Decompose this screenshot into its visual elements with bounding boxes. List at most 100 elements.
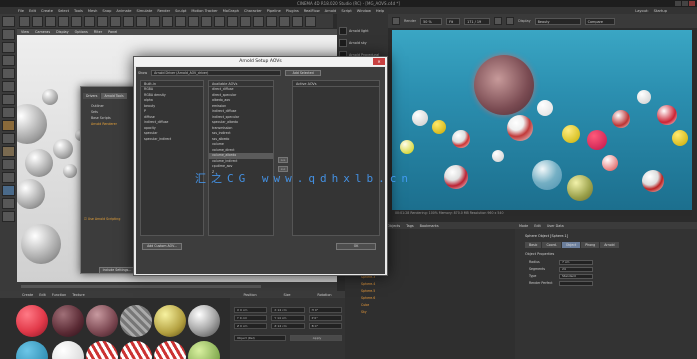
x-axis-icon[interactable] <box>110 15 121 27</box>
coord-size-x[interactable]: X 14 cm <box>271 307 305 313</box>
menu-item[interactable]: Mesh <box>88 9 97 13</box>
timeline[interactable] <box>17 282 337 291</box>
polygons-mode-icon[interactable] <box>2 94 15 105</box>
array-icon[interactable] <box>240 15 251 27</box>
arnold-light-icon[interactable] <box>339 27 347 35</box>
display-dropdown[interactable]: Beauty <box>534 17 581 25</box>
render-settings-icon[interactable] <box>188 15 199 27</box>
menu-item[interactable]: Select <box>58 9 69 13</box>
material-swatch[interactable] <box>188 341 220 359</box>
make-editable-icon[interactable] <box>2 16 15 27</box>
render-picture-viewer-icon[interactable] <box>175 15 186 27</box>
pen-icon[interactable] <box>214 15 225 27</box>
object-menu-item[interactable]: Tags <box>406 224 414 228</box>
compare-dropdown[interactable]: Compare <box>584 17 615 25</box>
attribute-tab[interactable]: Phong <box>581 242 600 248</box>
attribute-field[interactable]: 24 <box>559 267 593 272</box>
arnold-scripting-checkbox[interactable]: ☑ Use Arnold Scripting <box>84 217 120 221</box>
menu-item[interactable]: Render <box>157 9 170 13</box>
material-menu-item[interactable]: Edit <box>39 293 46 297</box>
material-swatch[interactable] <box>188 305 220 337</box>
timeline-slider[interactable] <box>21 285 261 288</box>
attribute-tab[interactable]: Basic <box>525 242 542 248</box>
add-selected-button[interactable]: Add Selected <box>285 70 322 76</box>
list-item[interactable]: Arnold Renderer <box>83 121 137 127</box>
lock-icon[interactable] <box>494 17 503 25</box>
attribute-field[interactable] <box>559 281 593 286</box>
model-mode-icon[interactable] <box>2 29 15 40</box>
coord-apply-button[interactable]: Apply <box>290 335 342 341</box>
y-axis-icon[interactable] <box>123 15 134 27</box>
viewport-menu-item[interactable]: Filter <box>94 30 102 34</box>
menu-item[interactable]: Tools <box>74 9 83 13</box>
material-swatch[interactable] <box>52 305 84 337</box>
frame-field[interactable]: 171 / 19 <box>464 17 491 25</box>
camera-icon[interactable] <box>279 15 290 27</box>
texture-mode-icon[interactable] <box>2 42 15 53</box>
arnold-sky-item[interactable]: Arnold sky <box>349 38 367 48</box>
paint-icon[interactable] <box>2 211 15 222</box>
points-mode-icon[interactable] <box>2 68 15 79</box>
cube-icon[interactable] <box>201 15 212 27</box>
list-item[interactable]: specular_indirect <box>141 137 203 143</box>
material-swatch[interactable] <box>86 305 118 337</box>
material-swatch[interactable] <box>120 305 152 337</box>
material-swatch[interactable] <box>154 341 186 359</box>
layout-dropdown[interactable]: Startup <box>654 9 667 13</box>
coord-size-z[interactable]: Z 14 cm <box>271 323 305 329</box>
menu-item[interactable]: Animate <box>116 9 131 13</box>
grid-icon[interactable] <box>2 172 15 183</box>
attribute-tab[interactable]: Arnold <box>600 242 619 248</box>
material-menu-item[interactable]: Create <box>22 293 33 297</box>
undo-icon[interactable] <box>19 15 30 27</box>
solo-icon[interactable] <box>2 185 15 196</box>
floor-icon[interactable] <box>266 15 277 27</box>
planar-workplane-icon[interactable] <box>2 159 15 170</box>
close-icon[interactable] <box>689 1 695 6</box>
object-menu-item[interactable]: Bookmarks <box>420 224 439 228</box>
dialog-close-button[interactable]: ✕ <box>373 58 385 65</box>
menu-item[interactable]: Simulate <box>136 9 152 13</box>
material-menu-item[interactable]: Function <box>52 293 66 297</box>
lock-workplane-icon[interactable] <box>2 146 15 157</box>
move-icon[interactable] <box>58 15 69 27</box>
z-axis-icon[interactable] <box>136 15 147 27</box>
table-row[interactable]: Sphere.5 <box>345 288 515 294</box>
subdivision-icon[interactable] <box>227 15 238 27</box>
menu-item[interactable]: Snap <box>102 9 111 13</box>
play-render-icon[interactable] <box>392 17 400 25</box>
redo-icon[interactable] <box>32 15 43 27</box>
menu-item[interactable]: Character <box>244 9 262 13</box>
zoom-field[interactable]: 50 % <box>420 17 443 25</box>
material-menu-item[interactable]: Texture <box>72 293 84 297</box>
add-custom-aov-button[interactable]: Add Custom AOV... <box>142 243 182 250</box>
table-row[interactable]: Sky <box>345 309 515 315</box>
bend-icon[interactable] <box>253 15 264 27</box>
attribute-menu-item[interactable]: Edit <box>534 224 541 228</box>
attribute-tab[interactable]: Coord. <box>542 242 561 248</box>
menu-item[interactable]: Help <box>376 9 384 13</box>
driver-dropdown[interactable]: Arnold Driver (Arnold_AOV_driver) <box>151 70 282 76</box>
material-swatch[interactable] <box>154 305 186 337</box>
menu-item[interactable]: Create <box>41 9 53 13</box>
coord-position-y[interactable]: Y 0 cm <box>234 315 268 321</box>
checkbox-icon[interactable]: ☑ <box>84 217 87 221</box>
rotate-icon[interactable] <box>84 15 95 27</box>
menu-item[interactable]: Edit <box>29 9 36 13</box>
coord-rotation-h[interactable]: H 0° <box>308 307 342 313</box>
tab-arnold-tools[interactable]: Arnold Tools <box>101 93 127 99</box>
coord-rotation-p[interactable]: P 0° <box>308 315 342 321</box>
coord-position-z[interactable]: Z 0 cm <box>234 323 268 329</box>
available-aov-list[interactable]: Available AOVs direct_diffuse direct_spec… <box>208 80 274 236</box>
fit-field[interactable]: Fit <box>446 17 461 25</box>
table-row[interactable]: Cube <box>345 302 515 308</box>
render-view-icon[interactable] <box>162 15 173 27</box>
sculpt-icon[interactable] <box>2 198 15 209</box>
table-row[interactable]: Sphere.4 <box>345 281 515 287</box>
menu-item[interactable]: Motion Tracker <box>191 9 217 13</box>
attribute-tab[interactable]: Object <box>561 242 581 248</box>
viewport-menu-item[interactable]: Display <box>56 30 69 34</box>
material-swatch[interactable] <box>120 341 152 359</box>
builtin-aov-list[interactable]: Built-in RGBA RGBA density alpha beauty Pdif… <box>140 80 204 236</box>
arnold-icon[interactable] <box>305 15 316 27</box>
